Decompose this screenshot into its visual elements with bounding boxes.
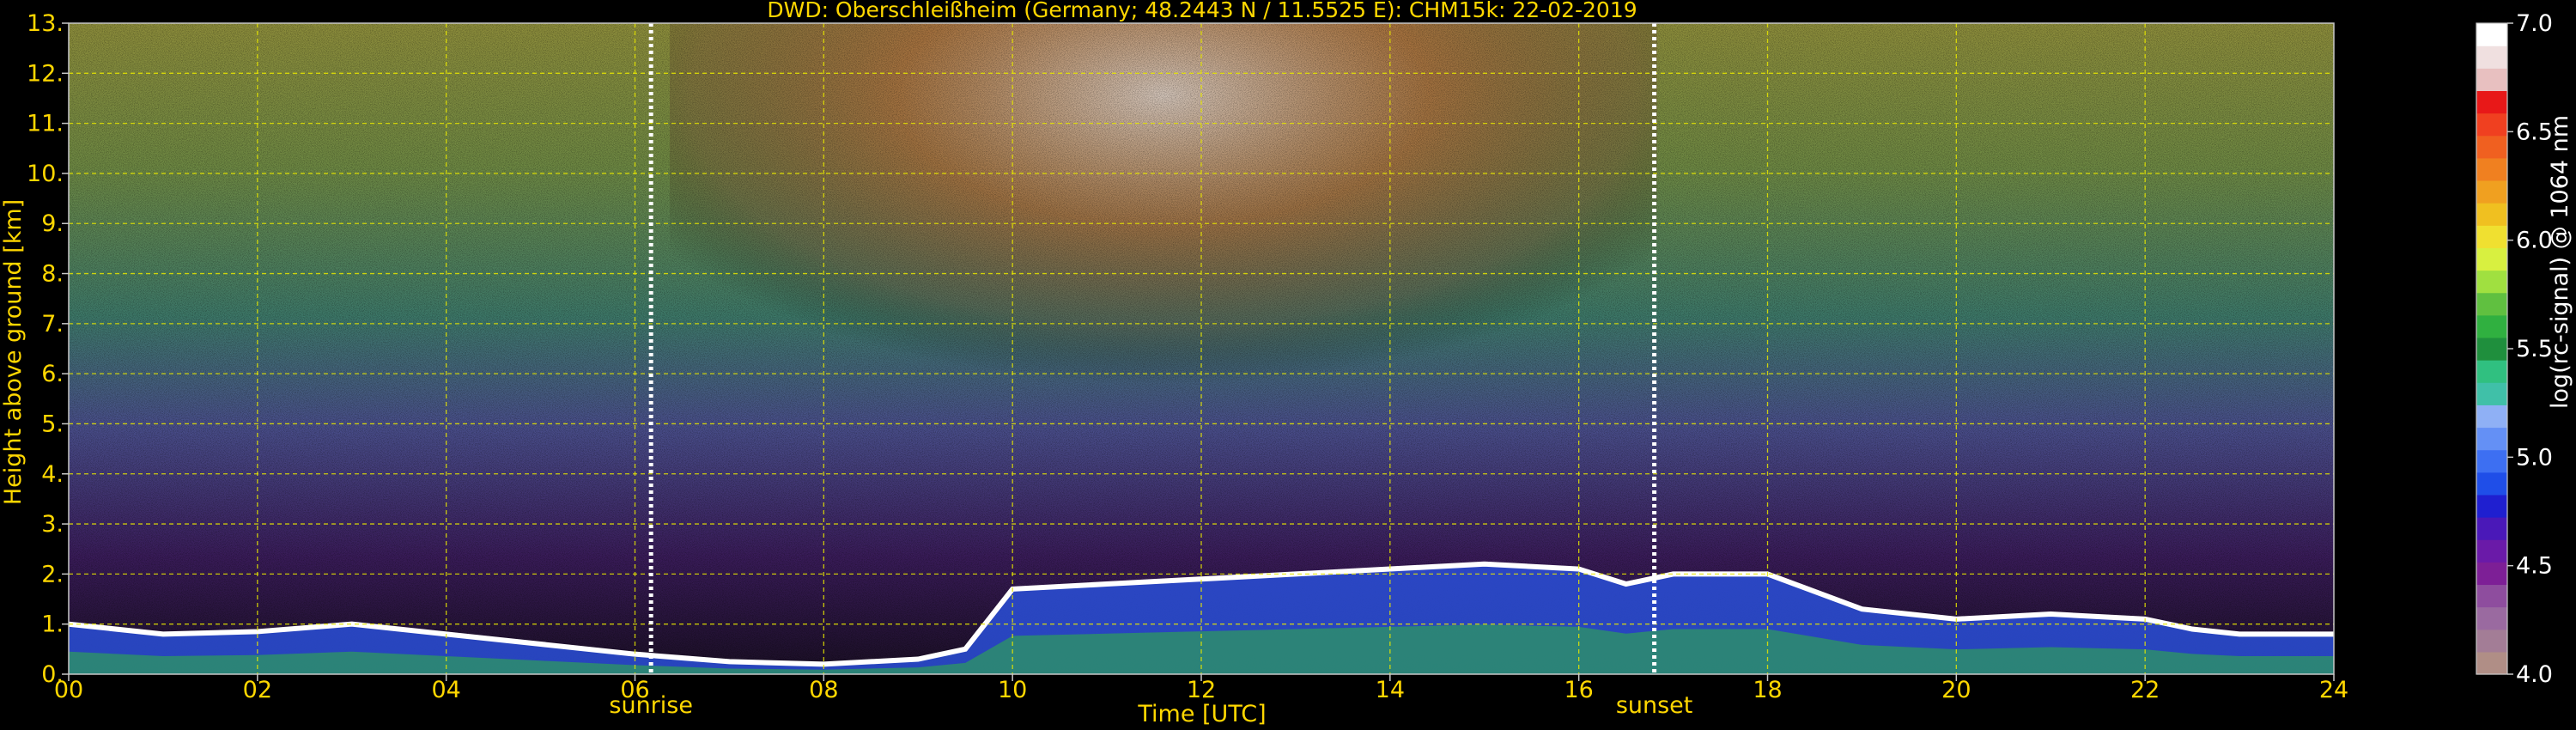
x-tick-label: 16 <box>1564 677 1593 703</box>
colorbar-segment <box>2476 584 2507 608</box>
y-tick-label: 1. <box>41 611 64 638</box>
colorbar-tick-label: 7.0 <box>2516 10 2553 37</box>
x-tick-label: 02 <box>243 677 272 703</box>
x-tick-label: 18 <box>1753 677 1782 703</box>
colorbar-segment <box>2476 629 2507 653</box>
colorbar-segment <box>2476 539 2507 563</box>
colorbar-tick-label: 5.0 <box>2516 444 2553 471</box>
x-axis-label: Time [UTC] <box>1137 701 1266 727</box>
colorbar-segment <box>2476 68 2507 92</box>
colorbar <box>2476 22 2508 675</box>
colorbar-segment <box>2476 517 2507 540</box>
x-tick-label: 22 <box>2130 677 2160 703</box>
colorbar-segment <box>2476 471 2507 496</box>
colorbar-segment <box>2476 46 2507 69</box>
colorbar-segment <box>2476 360 2507 383</box>
y-tick-label: 6. <box>41 361 64 387</box>
y-tick-label: 9. <box>41 210 64 237</box>
y-tick-label: 12. <box>27 60 64 87</box>
colorbar-label: log(rc-signal) @ 1064 nm <box>2547 115 2573 409</box>
y-tick-label: 11. <box>27 111 64 137</box>
colorbar-segment <box>2476 203 2507 226</box>
colorbar-segment <box>2476 292 2507 316</box>
x-tick-label: 06 <box>620 677 649 703</box>
colorbar-tick-label: 4.5 <box>2516 553 2553 580</box>
colorbar-segment <box>2476 270 2507 294</box>
marker-label-sunset: sunset <box>1616 692 1693 719</box>
y-tick-label: 4. <box>41 461 64 488</box>
colorbar-segment <box>2476 135 2507 159</box>
colorbar-tick-label: 4.0 <box>2516 661 2553 688</box>
colorbar-segment <box>2476 179 2507 204</box>
colorbar-segment <box>2476 23 2507 46</box>
x-tick-label: 08 <box>809 677 838 703</box>
colorbar-segment <box>2476 562 2507 586</box>
colorbar-segment <box>2476 449 2507 473</box>
y-tick-label: 8. <box>41 261 64 288</box>
y-tick-label: 5. <box>41 411 64 437</box>
y-tick-label: 7. <box>41 311 64 338</box>
y-axis-ticks: 0. 1. 2. 3. 4. 5. 6. 7. 8. 9. 10. 11. 12. 13. <box>27 10 69 688</box>
colorbar-segment <box>2476 382 2507 405</box>
lidar-backscatter-chart: sunrise sunset 00 02 04 06 08 10 12 14 16 18 20 22 24… <box>0 0 2573 727</box>
colorbar-segment <box>2476 606 2507 630</box>
colorbar-segment <box>2476 90 2507 114</box>
y-tick-label: 13. <box>27 10 64 37</box>
colorbar-segment <box>2476 405 2507 429</box>
colorbar-segment <box>2476 225 2507 248</box>
y-tick-label: 0. <box>41 661 64 688</box>
x-tick-label: 20 <box>1941 677 1971 703</box>
colorbar-segment <box>2476 113 2507 137</box>
chart-title: DWD: Oberschleißheim (Germany; 48.2443 N… <box>767 0 1637 22</box>
colorbar-ticks: 4.04.55.05.56.06.57.0 <box>2507 10 2553 688</box>
colorbar-segment <box>2476 651 2507 675</box>
colorbar-segment <box>2476 157 2507 181</box>
colorbar-segment <box>2476 314 2507 338</box>
y-axis-label: Height above ground [km] <box>0 199 27 505</box>
x-tick-label: 12 <box>1187 677 1216 703</box>
colorbar-segment <box>2476 247 2507 271</box>
colorbar-segment <box>2476 494 2507 518</box>
colorbar-segment <box>2476 337 2507 361</box>
y-tick-label: 3. <box>41 511 64 538</box>
x-tick-label: 10 <box>998 677 1027 703</box>
y-tick-label: 2. <box>41 561 64 587</box>
x-tick-label: 04 <box>431 677 460 703</box>
x-tick-label: 24 <box>2319 677 2348 703</box>
x-axis-ticks: 00 02 04 06 08 10 12 14 16 18 20 22 24 <box>54 674 2348 703</box>
y-tick-label: 10. <box>27 161 64 187</box>
colorbar-segment <box>2476 427 2507 451</box>
x-tick-label: 14 <box>1376 677 1405 703</box>
